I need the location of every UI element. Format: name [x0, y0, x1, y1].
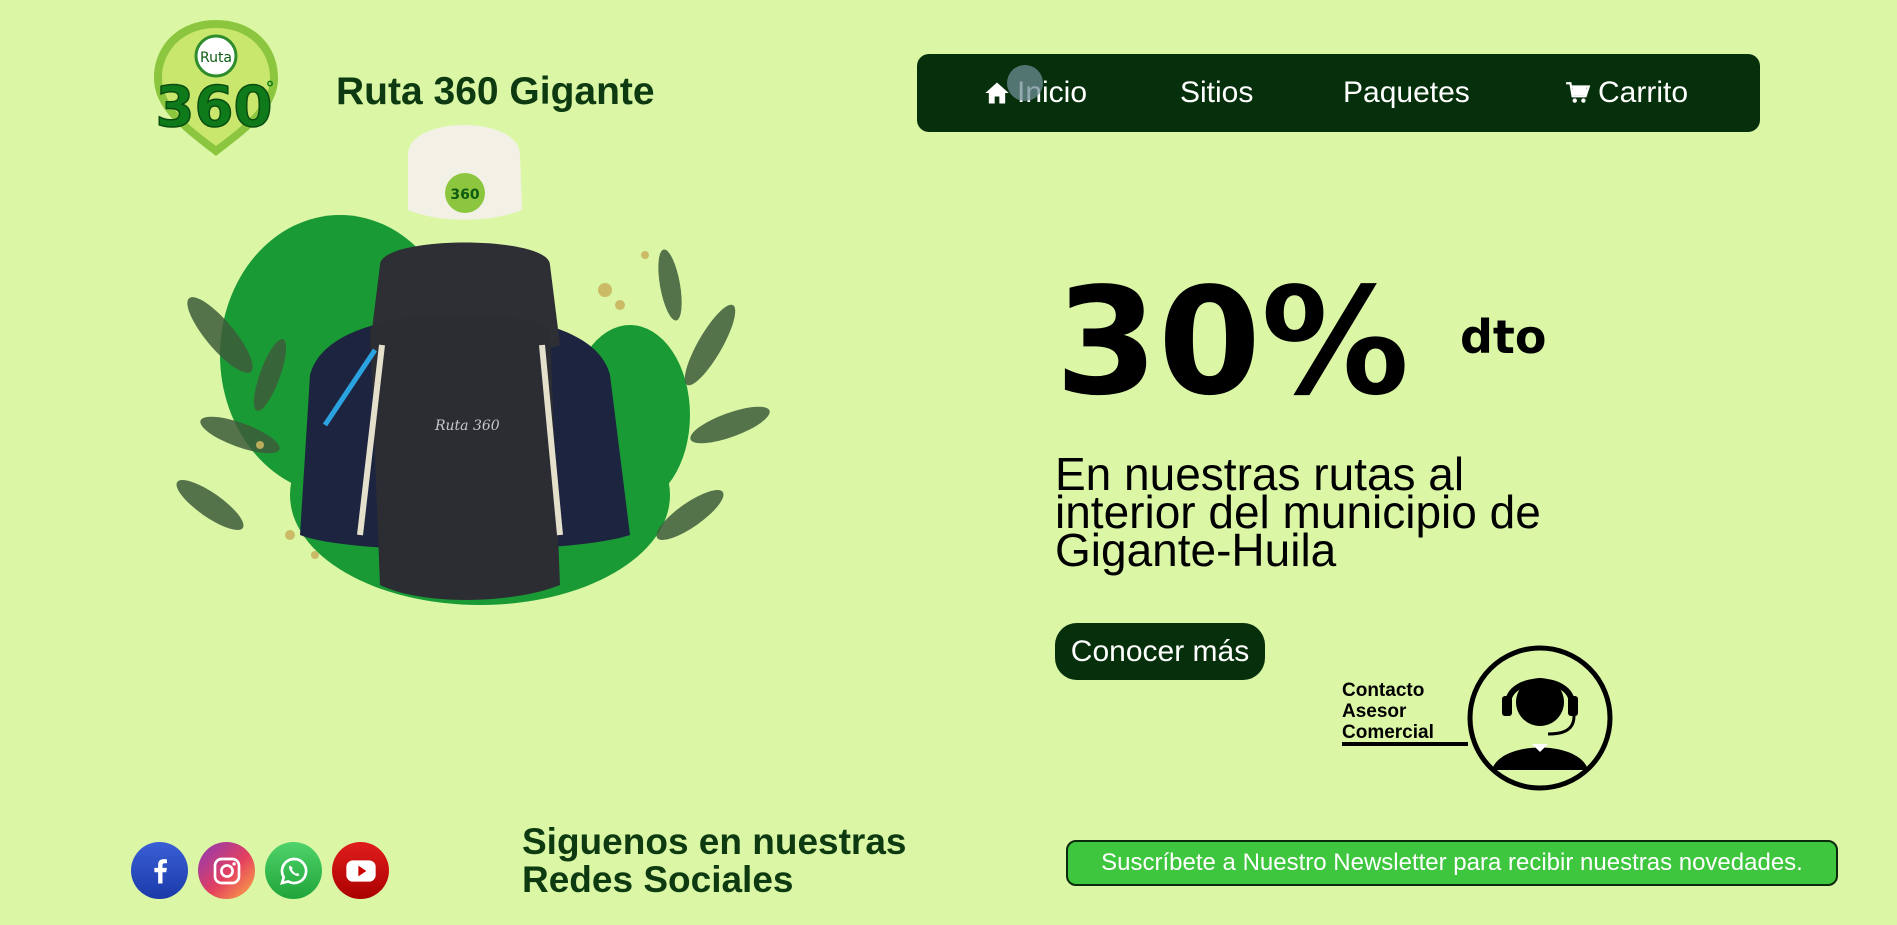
whatsapp-glyph: [279, 857, 307, 885]
contact-line-1: Contacto: [1342, 680, 1425, 701]
conocer-mas-button[interactable]: Conocer más: [1055, 623, 1265, 680]
svg-text:°: °: [266, 78, 275, 99]
cursor-indicator: [1007, 65, 1043, 101]
cart-icon: [1566, 82, 1591, 103]
svg-text:Ruta: Ruta: [200, 50, 232, 66]
instagram-glyph: [213, 857, 240, 884]
svg-text:360: 360: [450, 187, 479, 203]
nav-label: Paquetes: [1343, 76, 1470, 109]
hiker-backpack-image: 360 Ruta 360: [176, 125, 770, 605]
brand-name: Ruta 360 Gigante: [336, 70, 655, 113]
whatsapp-icon[interactable]: [265, 842, 322, 899]
support-agent-icon[interactable]: [1466, 644, 1614, 792]
nav-item-sitios[interactable]: Sitios: [1180, 54, 1253, 132]
nav-label: Sitios: [1180, 76, 1254, 109]
youtube-icon[interactable]: [332, 842, 389, 899]
nav-item-paquetes[interactable]: Paquetes: [1343, 54, 1470, 132]
promo-description: En nuestras rutas al interior del munici…: [1055, 448, 1541, 576]
main-nav: Inicio Sitios Paquetes Carrito: [917, 54, 1760, 132]
svg-text:Ruta 360: Ruta 360: [434, 418, 500, 434]
youtube-glyph: [345, 859, 376, 882]
instagram-icon[interactable]: [198, 842, 255, 899]
discount-percentage: 30%: [1055, 256, 1410, 428]
newsletter-subscribe-button[interactable]: Suscríbete a Nuestro Newsletter para rec…: [1066, 840, 1838, 886]
discount-suffix: dto: [1460, 310, 1547, 364]
facebook-icon[interactable]: [131, 842, 188, 899]
contact-advisor-link[interactable]: Contacto Asesor Comercial: [1342, 680, 1434, 743]
social-follow-text: Siguenos en nuestras Redes Sociales: [522, 821, 907, 900]
contact-line-3: Comercial: [1342, 722, 1434, 743]
nav-item-carrito[interactable]: Carrito: [1564, 54, 1688, 132]
contact-line-2: Asesor: [1342, 701, 1407, 722]
facebook-glyph: [153, 858, 167, 883]
contact-underline: [1342, 742, 1468, 746]
nav-label: Carrito: [1598, 76, 1689, 109]
